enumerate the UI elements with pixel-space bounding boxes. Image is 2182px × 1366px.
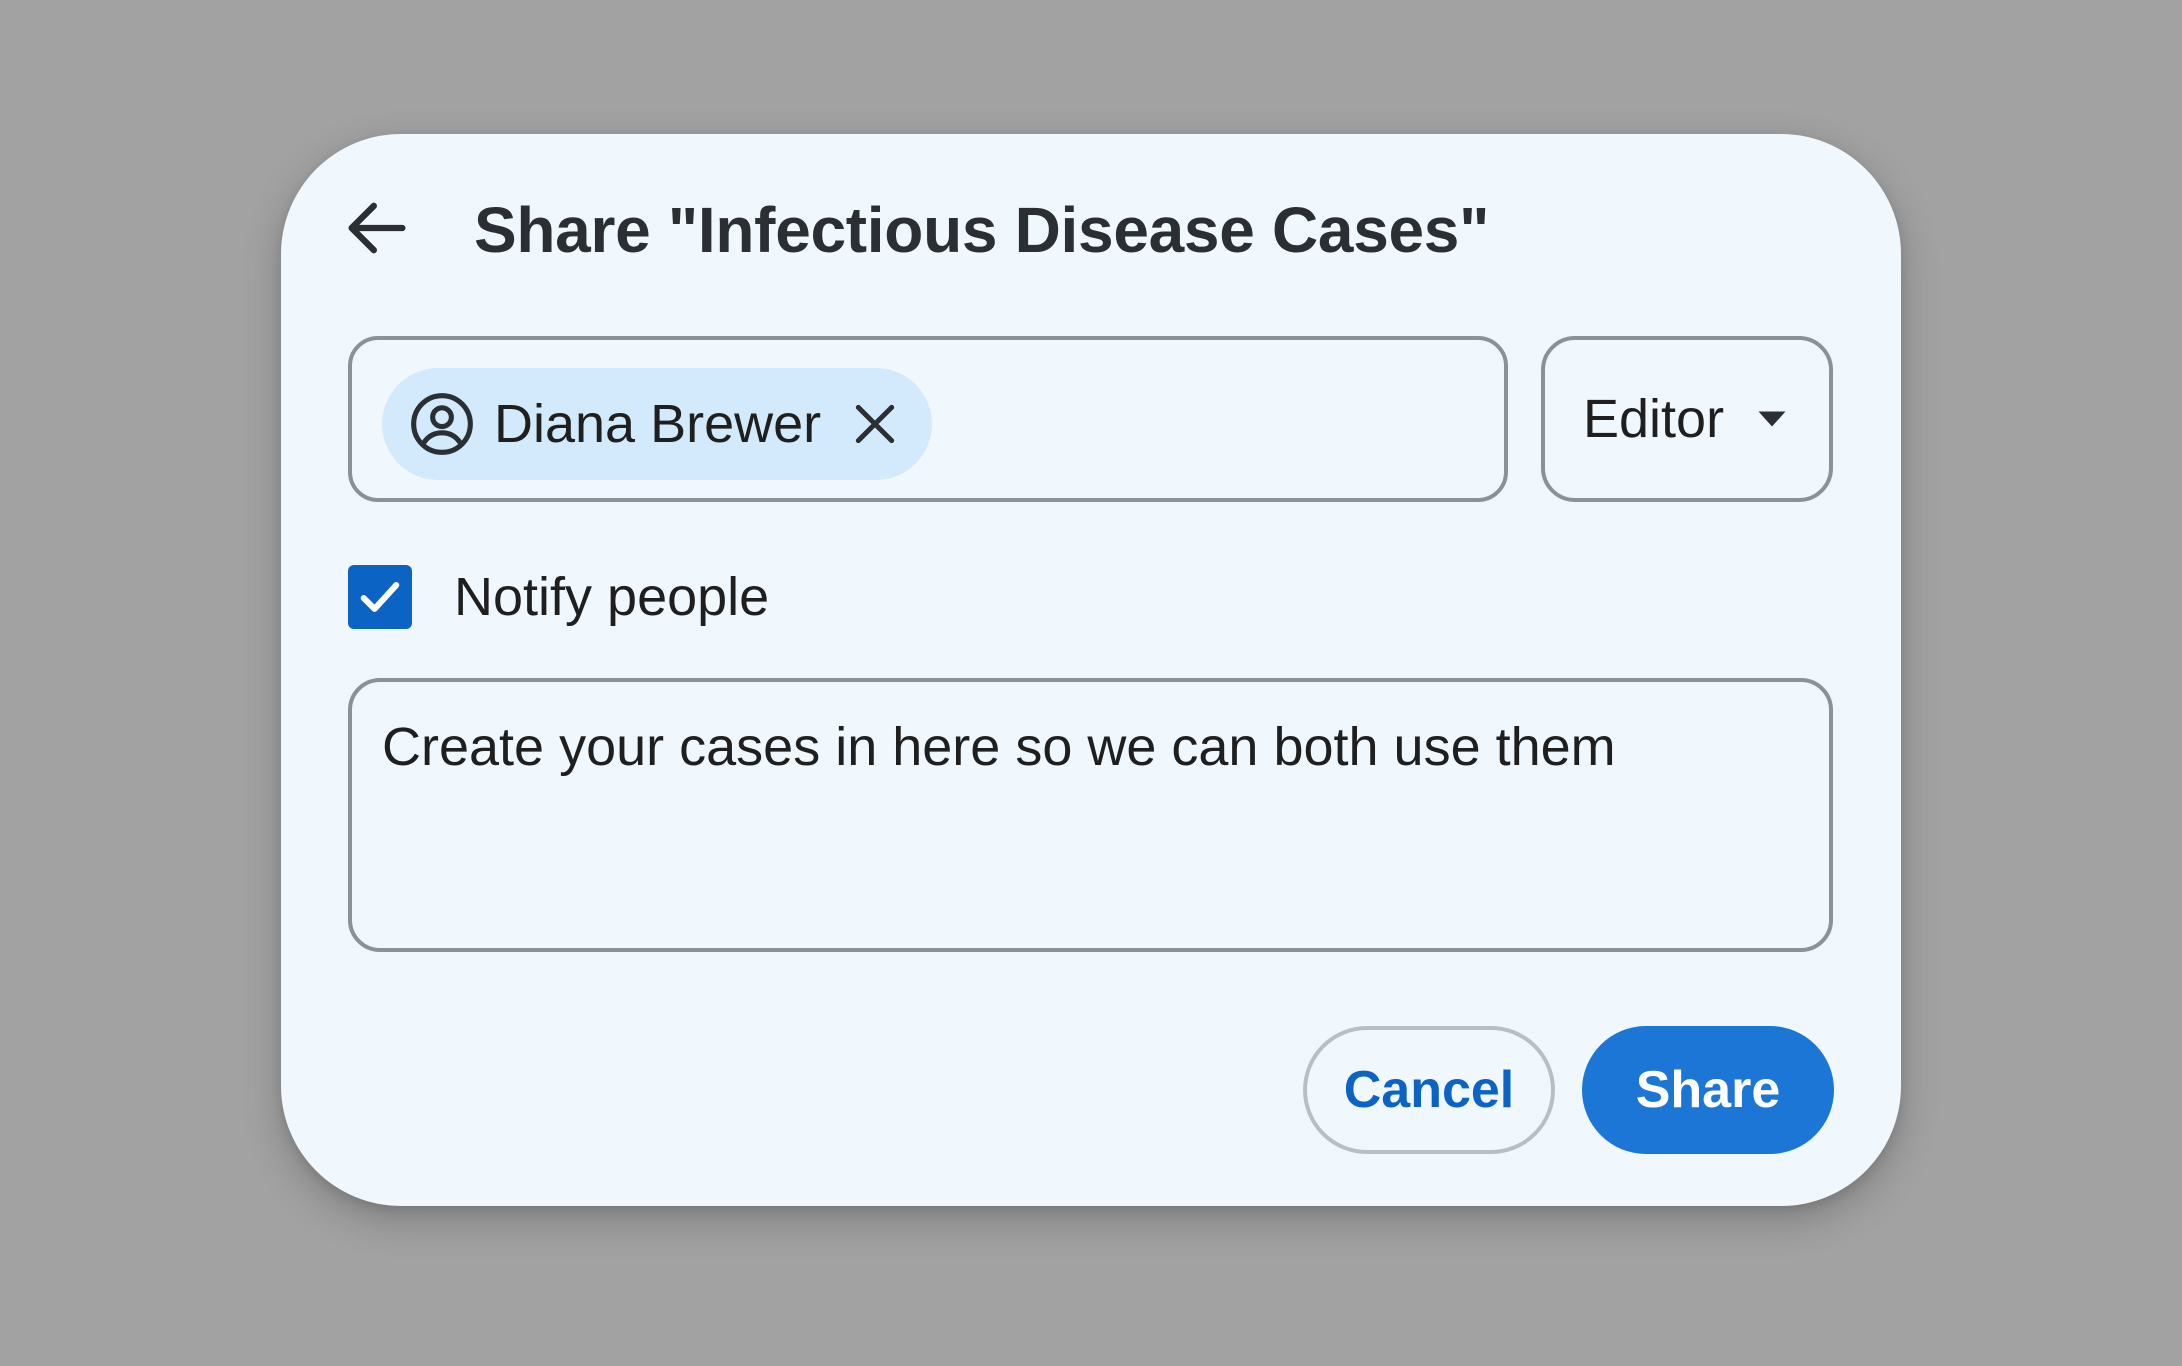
close-icon <box>855 404 895 444</box>
notify-people-label: Notify people <box>454 567 770 627</box>
role-selected-value: Editor <box>1583 389 1725 449</box>
recipient-chip-name: Diana Brewer <box>494 394 822 454</box>
cancel-button[interactable]: Cancel <box>1303 1026 1555 1154</box>
people-input-field[interactable]: Diana Brewer <box>348 336 1508 502</box>
account-circle-icon <box>408 390 476 458</box>
check-icon <box>360 582 400 612</box>
notify-people-option[interactable]: Notify people <box>348 562 769 632</box>
notify-people-checkbox[interactable] <box>348 565 412 629</box>
dialog-title: Share "Infectious Disease Cases" <box>474 194 1490 266</box>
caret-down-icon <box>1754 401 1790 437</box>
back-button[interactable] <box>335 186 419 270</box>
share-button[interactable]: Share <box>1582 1026 1834 1154</box>
message-textarea[interactable]: Create your cases in here so we can both… <box>348 678 1833 952</box>
arrow-left-icon <box>348 202 406 254</box>
remove-recipient-button[interactable] <box>847 396 903 452</box>
role-dropdown[interactable]: Editor <box>1541 336 1833 502</box>
recipient-chip[interactable]: Diana Brewer <box>382 368 932 480</box>
share-dialog: Share "Infectious Disease Cases" Diana B… <box>281 134 1901 1206</box>
